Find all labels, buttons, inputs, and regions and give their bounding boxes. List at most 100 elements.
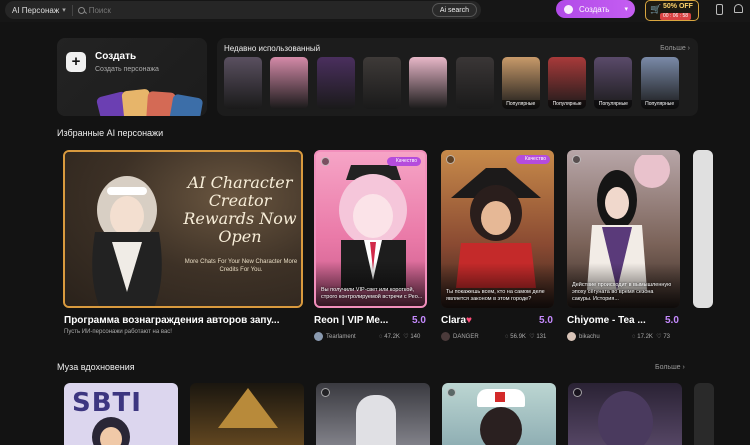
character-card-clara[interactable]: Качество Ты покажешь всем, кто на самом … [441, 150, 554, 308]
inspiration-more-link[interactable]: Больше › [655, 364, 685, 371]
banner-character-illustration [92, 176, 162, 306]
inspiration-card-1[interactable]: SBTI [64, 383, 178, 445]
ai-search-button[interactable]: Ai search [431, 3, 477, 17]
chevron-down-icon: ▾ [62, 7, 66, 14]
recent-thumb-1[interactable] [224, 57, 262, 109]
popular-label: Популярные [594, 100, 633, 109]
inspiration-section-title: Муза вдохновения [57, 362, 135, 372]
search-scope-dropdown[interactable]: AI Персонаж ▾ [5, 6, 66, 15]
recent-thumb-5[interactable] [409, 57, 448, 109]
inspiration-card-3[interactable] [316, 383, 430, 445]
magic-wand-icon [564, 4, 573, 14]
inspiration-4-figure [480, 407, 522, 445]
inspiration-3-figure [356, 395, 396, 445]
chat-icon [573, 388, 582, 397]
like-icon: ♡ [403, 334, 409, 340]
recent-thumb-8[interactable]: Популярные [548, 57, 587, 109]
chat-count-icon: ◌ [505, 334, 509, 340]
character-card-reon[interactable]: Качество Вы получили VIP-свет или коротк… [314, 150, 427, 308]
recent-thumb-2[interactable] [270, 57, 309, 109]
banner-headline: AI Character Creator Rewards Now Open [183, 173, 297, 246]
author-name: Tearlament [326, 333, 356, 340]
chat-count: 56.9K [510, 334, 526, 340]
author-name: DANGER [453, 333, 479, 340]
chat-icon [572, 155, 581, 164]
promo-discount-button[interactable]: 🛒 50% OFF 00 : 06 : 58 [645, 0, 699, 21]
chevron-down-icon: ▾ [624, 6, 628, 13]
popular-label: Популярные [501, 100, 540, 109]
search-bar[interactable]: AI Персонаж ▾ Ai search [5, 1, 481, 19]
character-description: Вы получили VIP-свет или короткой, строг… [321, 287, 423, 300]
character-author-clara[interactable]: DANGER [441, 332, 479, 341]
character-name-reon[interactable]: Reon | VIP Me... [314, 315, 388, 326]
author-avatar [441, 332, 450, 341]
character-card-partial[interactable] [693, 150, 713, 308]
featured-section-title: Избранные AI персонажи [57, 128, 164, 138]
character-author-reon[interactable]: Tearlament [314, 332, 356, 341]
chat-icon [321, 388, 330, 397]
search-icon [77, 6, 85, 14]
inspiration-2-figure [218, 388, 278, 428]
chat-count-icon: ◌ [632, 334, 636, 340]
character-rating-reon: 5.0 [412, 315, 426, 326]
quality-badge: Качество [515, 155, 550, 164]
recent-thumb-7[interactable]: Популярные [501, 57, 540, 109]
character-stats-reon: ◌ 47.2K ♡ 140 [379, 333, 420, 340]
banner-title[interactable]: Программа вознаграждения авторов запу... [64, 315, 280, 326]
character-name-chiyome[interactable]: Chiyome - Tea ... [567, 315, 646, 326]
creator-rewards-banner[interactable]: AI Character Creator Rewards Now Open Mo… [63, 150, 303, 308]
like-count: 140 [410, 334, 421, 340]
inspiration-1-face [100, 427, 122, 445]
create-button[interactable]: Создать ▾ [556, 0, 635, 18]
character-description: Ты покажешь всем, кто на самом деле явля… [446, 289, 545, 302]
create-card-subtitle: Создать персонажа [95, 66, 159, 73]
inspiration-5-figure [598, 391, 653, 445]
promo-timer: 00 : 06 : 58 [660, 13, 692, 20]
create-character-card[interactable]: + Создать Создать персонажа [57, 38, 207, 116]
chat-icon [321, 157, 330, 166]
author-name: bikachu [579, 333, 600, 340]
bell-icon[interactable] [734, 4, 743, 13]
recent-thumb-10[interactable]: Популярные [640, 57, 679, 109]
create-card-title: Создать [95, 51, 137, 62]
character-description: Действие происходит в вымышленную эпоху … [572, 282, 672, 302]
recent-thumb-6[interactable] [455, 57, 494, 109]
create-button-label: Создать [579, 4, 610, 14]
character-name-clara[interactable]: Clara♥ [441, 315, 472, 326]
chat-icon [446, 155, 455, 164]
character-rating-clara: 5.0 [539, 315, 553, 326]
search-divider [71, 4, 73, 16]
inspiration-card-partial[interactable] [694, 383, 714, 445]
ai-search-label: Ai search [439, 6, 469, 14]
like-count: 131 [536, 334, 547, 340]
like-count: 73 [663, 334, 671, 340]
chat-count: 17.2K [637, 334, 653, 340]
author-avatar [567, 332, 576, 341]
inspiration-card-5[interactable] [568, 383, 682, 445]
search-input[interactable] [88, 5, 409, 15]
chat-count: 47.2K [384, 334, 400, 340]
recent-thumb-4[interactable] [362, 57, 401, 109]
plus-icon: + [66, 52, 86, 72]
banner-subline: More Chats For Your New Character More C… [184, 259, 298, 273]
sbti-text: SBTI [72, 388, 142, 418]
inspiration-card-2[interactable] [190, 383, 304, 445]
character-stats-clara: ◌ 56.9K ♡ 131 [505, 333, 546, 340]
recent-thumb-3[interactable] [316, 57, 355, 109]
recent-title: Недавно использованный [224, 44, 321, 53]
chat-count-icon: ◌ [379, 334, 383, 340]
recent-more-link[interactable]: Больше › [660, 45, 690, 52]
character-rating-chiyome: 5.0 [665, 315, 679, 326]
recent-panel: Недавно использованный Больше › Популярн… [217, 38, 698, 116]
chat-icon [447, 388, 456, 397]
inspiration-card-4[interactable] [442, 383, 556, 445]
phone-icon[interactable] [716, 4, 723, 15]
inspiration-more-label: Больше [655, 364, 681, 371]
recent-thumb-9[interactable]: Популярные [594, 57, 633, 109]
heart-icon: ♥ [466, 315, 472, 326]
character-author-chiyome[interactable]: bikachu [567, 332, 600, 341]
popular-label: Популярные [548, 100, 587, 109]
character-card-chiyome[interactable]: Действие происходит в вымышленную эпоху … [567, 150, 680, 308]
banner-subtitle: Пусть ИИ-персонажи работают на вас! [64, 329, 172, 335]
search-scope-label: AI Персонаж [12, 5, 60, 15]
